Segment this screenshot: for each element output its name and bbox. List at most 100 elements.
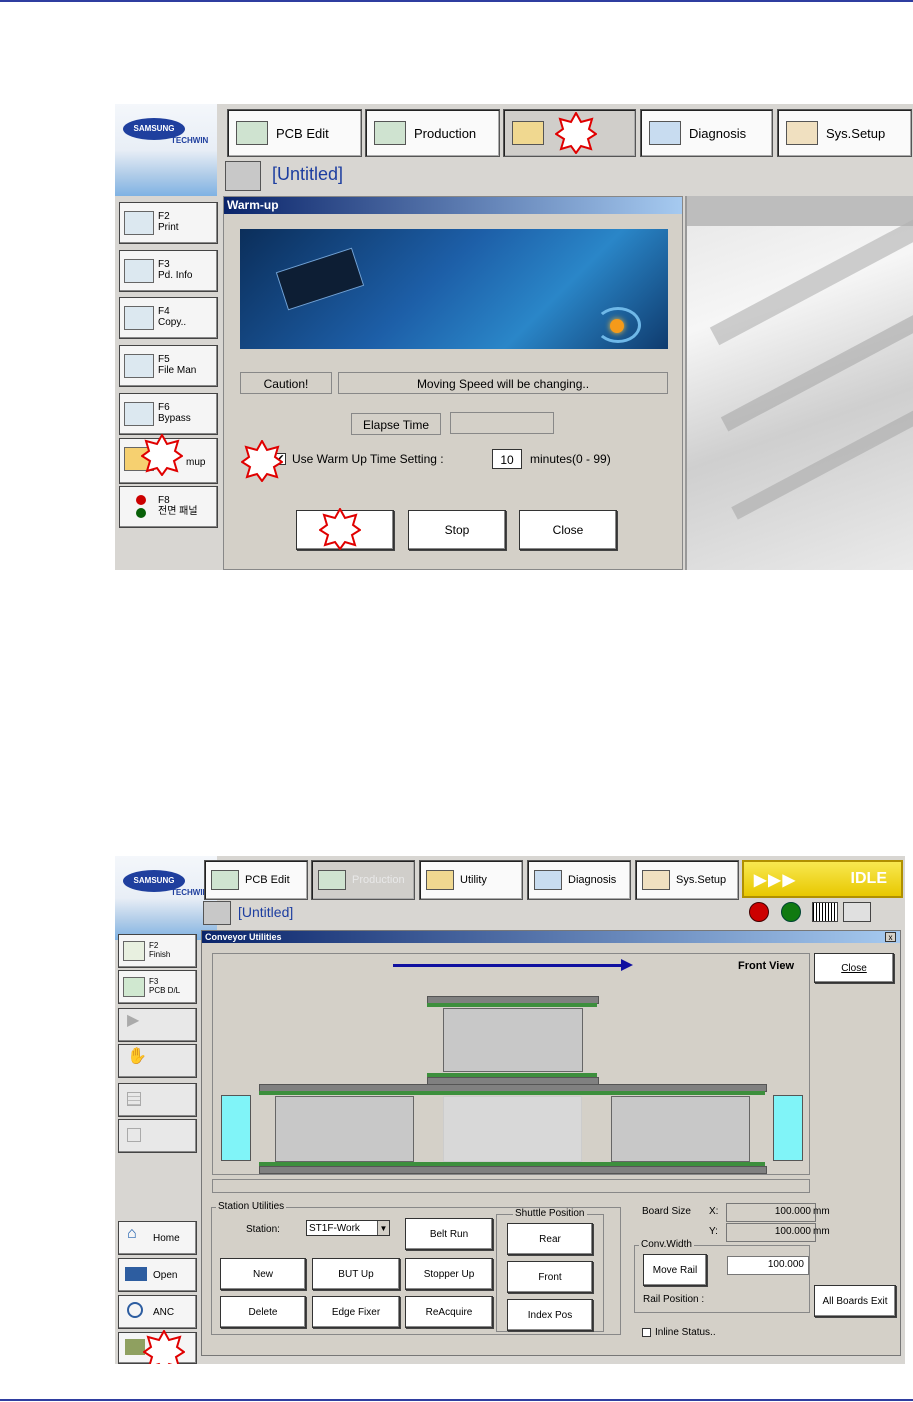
side-front-panel-button[interactable]: F8 전면 패널 [119, 486, 218, 528]
document-title: [Untitled] [238, 904, 294, 920]
marker-star-icon [141, 434, 183, 476]
pcb-download-icon [123, 977, 145, 997]
delete-button[interactable]: Delete [220, 1296, 306, 1328]
rail-position-label: Rail Position : [643, 1294, 705, 1305]
printer-icon [124, 211, 154, 235]
samsung-techwin-logo: SAMSUNG TECHWIN [115, 856, 217, 940]
tab-sys-setup[interactable]: Sys.Setup [635, 860, 739, 900]
reacquire-button[interactable]: ReAcquire [405, 1296, 493, 1328]
tab-production[interactable]: Production [311, 860, 415, 900]
side-grid-button[interactable] [118, 1083, 197, 1117]
inline-status-checkbox[interactable] [642, 1328, 651, 1337]
sys-setup-icon [786, 121, 818, 145]
dialog-close-x-button[interactable]: x [885, 932, 896, 942]
chevron-down-icon[interactable]: ▼ [377, 1221, 389, 1235]
pcb-edit-icon [236, 121, 268, 145]
side-print-button[interactable]: F2 Print [119, 202, 218, 244]
marker-star-icon [143, 1330, 185, 1364]
shuttle-position-group: Shuttle Position Rear Front Index Pos [496, 1208, 604, 1332]
move-rail-input[interactable]: 100.000 [727, 1256, 809, 1275]
side-pcb-dl-button[interactable]: F3 PCB D/L [118, 970, 197, 1004]
belt-run-button[interactable]: Belt Run [405, 1218, 493, 1250]
diagnosis-icon [649, 121, 681, 145]
station-select[interactable]: ST1F-Work ▼ [306, 1220, 390, 1236]
tab-production[interactable]: Production [365, 109, 500, 157]
side-file-man-button[interactable]: F5 File Man [119, 345, 218, 387]
production-icon [374, 121, 406, 145]
all-boards-exit-button[interactable]: All Boards Exit [814, 1285, 896, 1317]
view-label: Front View [738, 960, 795, 972]
title-button[interactable] [203, 901, 231, 925]
flow-direction-arrow [393, 964, 623, 967]
station-board [611, 1096, 750, 1162]
warmup-time-checkbox-label: Use Warm Up Time Setting : [292, 452, 444, 466]
pcb-edit-icon [211, 870, 239, 890]
hand-icon: ✋ [127, 1048, 147, 1065]
inline-status-label: Inline Status.. [655, 1327, 716, 1338]
utility-icon [512, 121, 544, 145]
side-finish-button[interactable]: F2 Finish [118, 934, 197, 968]
shuttle-board [443, 1008, 583, 1072]
finish-icon [123, 941, 145, 961]
green-lamp-icon [136, 508, 146, 518]
samsung-techwin-logo: SAMSUNG TECHWIN [115, 104, 217, 196]
tab-pcb-edit[interactable]: PCB Edit [204, 860, 308, 900]
elapse-time-value [450, 412, 554, 434]
side-tool-button[interactable] [118, 1119, 197, 1153]
side-anc-button[interactable]: ANC [118, 1295, 197, 1329]
red-lamp-icon [136, 495, 146, 505]
side-hand-button[interactable]: ✋ [118, 1044, 197, 1078]
conveyor-screenshot: SAMSUNG TECHWIN PCB Edit Production Util… [115, 856, 905, 1364]
tab-diagnosis[interactable]: Diagnosis [527, 860, 631, 900]
new-button[interactable]: New [220, 1258, 306, 1290]
station-board [443, 1096, 582, 1162]
caution-label: Caution! [240, 372, 332, 394]
but-up-button[interactable]: BUT Up [312, 1258, 400, 1290]
board-size-label: Board Size [642, 1206, 691, 1217]
outlet-sensor [773, 1095, 803, 1161]
dialog-title-bar: Warm-up [224, 197, 682, 214]
side-home-button[interactable]: ⌂ Home [118, 1221, 197, 1255]
stop-button[interactable]: Stop [408, 510, 506, 550]
side-copy-button[interactable]: F4 Copy.. [119, 297, 218, 339]
side-bypass-button[interactable]: F6 Bypass [119, 393, 218, 435]
stopper-up-button[interactable]: Stopper Up [405, 1258, 493, 1290]
sun-icon [610, 319, 624, 333]
conveyor-front-view: Front View [212, 953, 810, 1175]
minutes-input[interactable]: 10 [492, 449, 522, 469]
warmup-screenshot: SAMSUNG TECHWIN PCB Edit Production Diag… [115, 104, 913, 570]
red-lamp-icon[interactable] [749, 902, 769, 922]
tab-pcb-edit[interactable]: PCB Edit [227, 109, 362, 157]
top-rule [0, 0, 913, 2]
close-button[interactable]: Close [519, 510, 617, 550]
front-button[interactable]: Front [507, 1261, 593, 1293]
title-button[interactable] [225, 161, 261, 191]
side-open-button[interactable]: Open [118, 1258, 197, 1292]
diagnosis-icon [534, 870, 562, 890]
rear-button[interactable]: Rear [507, 1223, 593, 1255]
side-pd-info-button[interactable]: F3 Pd. Info [119, 250, 218, 292]
marker-star-icon [319, 508, 361, 550]
conveyor-icon [125, 1339, 145, 1355]
warmup-dialog: Warm-up Caution! Moving Speed will be ch… [223, 196, 683, 570]
copy-icon [124, 306, 154, 330]
home-icon: ⌂ [127, 1225, 137, 1242]
side-play-button[interactable]: ▶ [118, 1008, 197, 1042]
tool-icon [127, 1128, 141, 1142]
tab-utility[interactable]: Utility [419, 860, 523, 900]
bottom-rule [0, 1399, 913, 1401]
barcode-icon[interactable] [812, 902, 838, 922]
index-pos-button[interactable]: Index Pos [507, 1299, 593, 1331]
production-icon [318, 870, 346, 890]
station-utilities-group: Station Utilities Station: ST1F-Work ▼ B… [211, 1201, 621, 1335]
board-size-y-value: 100.000 [726, 1223, 816, 1242]
marker-star-icon [555, 112, 597, 154]
green-lamp-icon[interactable] [781, 902, 801, 922]
grid-icon [127, 1092, 141, 1106]
move-rail-button[interactable]: Move Rail [643, 1254, 707, 1286]
tab-sys-setup[interactable]: Sys.Setup [777, 109, 912, 157]
tab-diagnosis[interactable]: Diagnosis [640, 109, 773, 157]
edge-fixer-button[interactable]: Edge Fixer [312, 1296, 400, 1328]
close-button[interactable]: Close [814, 953, 894, 983]
feeder-icon[interactable] [843, 902, 871, 922]
